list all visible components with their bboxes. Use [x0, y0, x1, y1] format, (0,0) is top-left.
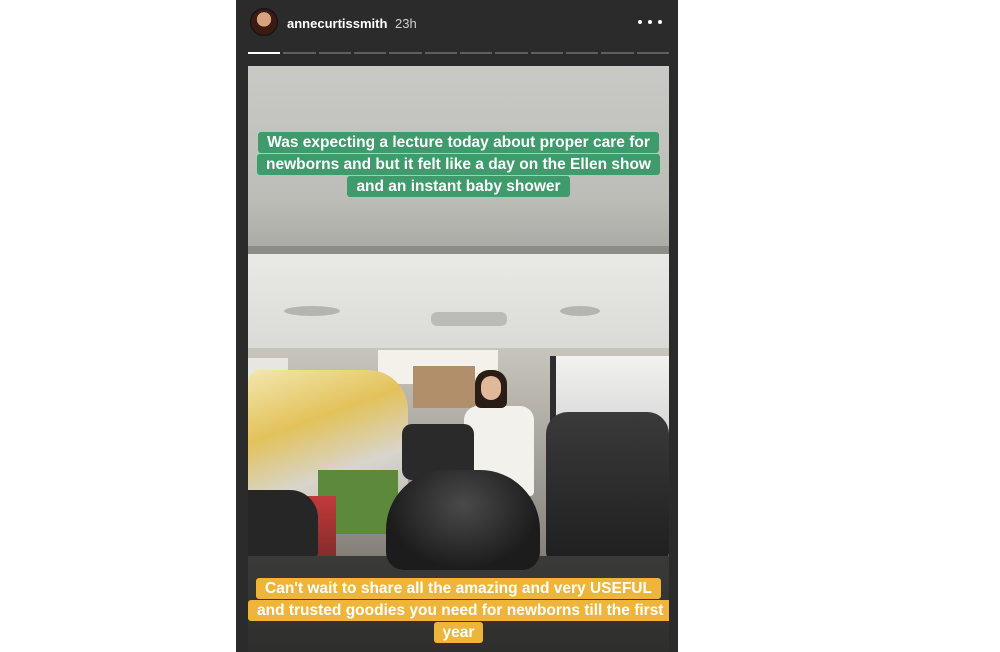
avatar[interactable]: [250, 8, 278, 36]
story-viewer[interactable]: annecurtissmith 23h Was expecting a lect…: [236, 0, 678, 652]
story-photo[interactable]: Was expecting a lecture today about prop…: [248, 66, 669, 652]
caption-top-text: Was expecting a lecture today about prop…: [257, 132, 660, 197]
story-progress-bar: [248, 52, 669, 54]
more-dots-icon[interactable]: [636, 10, 664, 34]
progress-segment: [636, 52, 669, 54]
photo-vent: [284, 306, 340, 316]
progress-segment: [389, 52, 422, 54]
progress-segment: [248, 52, 281, 54]
progress-segment: [424, 52, 457, 54]
caption-bottom: Can't wait to share all the amazing and …: [248, 578, 669, 644]
photo-person-face: [481, 376, 501, 400]
caption-bottom-text: Can't wait to share all the amazing and …: [248, 578, 669, 643]
photo-headrest: [386, 470, 540, 570]
post-time: 23h: [395, 16, 417, 31]
photo-seat-left: [248, 490, 318, 560]
progress-segment: [495, 52, 528, 54]
caption-top: Was expecting a lecture today about prop…: [248, 132, 669, 198]
photo-box: [413, 366, 475, 408]
progress-segment: [318, 52, 351, 54]
progress-segment: [566, 52, 599, 54]
story-header: annecurtissmith 23h: [236, 0, 678, 46]
photo-ceiling: [248, 254, 669, 354]
progress-segment: [283, 52, 316, 54]
progress-segment: [601, 52, 634, 54]
progress-segment: [354, 52, 387, 54]
photo-seat-right: [546, 412, 669, 562]
progress-segment: [530, 52, 563, 54]
progress-segment: [460, 52, 493, 54]
photo-dome-light: [431, 312, 507, 326]
photo-vent: [560, 306, 600, 316]
username[interactable]: annecurtissmith: [287, 16, 387, 31]
